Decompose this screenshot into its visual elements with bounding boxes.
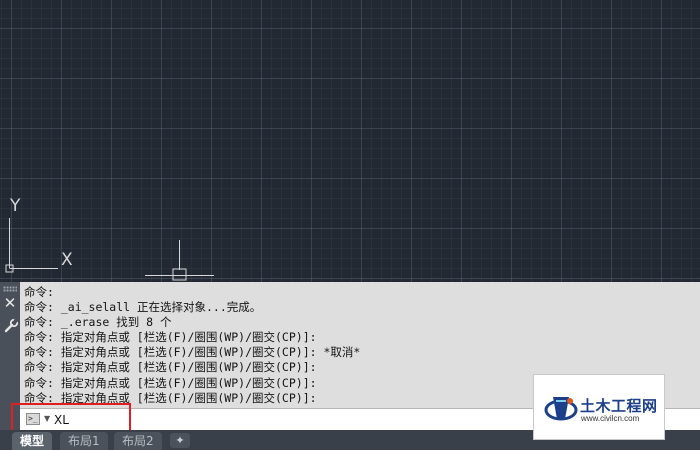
grip-icon[interactable]	[3, 286, 17, 292]
history-line: 命令:	[24, 285, 54, 299]
chevron-down-icon[interactable]: ▼	[44, 413, 50, 425]
ucs-y-label: Y	[10, 196, 21, 216]
wrench-icon[interactable]	[3, 318, 19, 334]
history-line: 命令: 指定对角点或 [栏选(F)/圈围(WP)/圈交(CP)]:	[24, 375, 317, 390]
ucs-crosshair-layer	[5, 218, 214, 281]
watermark-text: 土木工程网	[580, 397, 658, 415]
command-history: 命令: 命令: _ai_selall 正在选择对象...完成。 命令: _.er…	[24, 285, 534, 406]
command-input[interactable]	[54, 411, 354, 428]
drawing-canvas[interactable]: Y X	[0, 0, 700, 282]
pickbox	[172, 268, 187, 281]
add-layout-icon[interactable]: ✦	[170, 433, 190, 448]
watermark-logo: 土木工程网 www.civilcn.com	[533, 374, 665, 440]
history-line: 命令: 指定对角点或 [栏选(F)/圈围(WP)/圈交(CP)]:	[24, 390, 317, 405]
history-line: 命令: 指定对角点或 [栏选(F)/圈围(WP)/圈交(CP)]: *取消*	[24, 345, 361, 360]
history-line: 命令: 指定对角点或 [栏选(F)/圈围(WP)/圈交(CP)]:	[24, 360, 317, 375]
watermark-url: www.civilcn.com	[581, 414, 640, 423]
civilcn-logo-icon	[544, 397, 578, 421]
history-line: 命令: 指定对角点或 [栏选(F)/圈围(WP)/圈交(CP)]:	[24, 330, 317, 345]
close-icon[interactable]: ✕	[2, 295, 18, 311]
history-line: 命令: _ai_selall 正在选择对象...完成。	[24, 300, 262, 315]
command-prompt-icon[interactable]: >_	[26, 413, 40, 425]
tab-layout2[interactable]: 布局2	[114, 432, 162, 450]
command-panel-handle[interactable]: ✕	[0, 282, 20, 430]
tab-layout1[interactable]: 布局1	[60, 432, 108, 450]
history-line: 命令: _.erase 找到 8 个	[24, 315, 172, 330]
tab-model[interactable]: 模型	[12, 432, 53, 450]
ucs-x-label: X	[61, 250, 73, 270]
